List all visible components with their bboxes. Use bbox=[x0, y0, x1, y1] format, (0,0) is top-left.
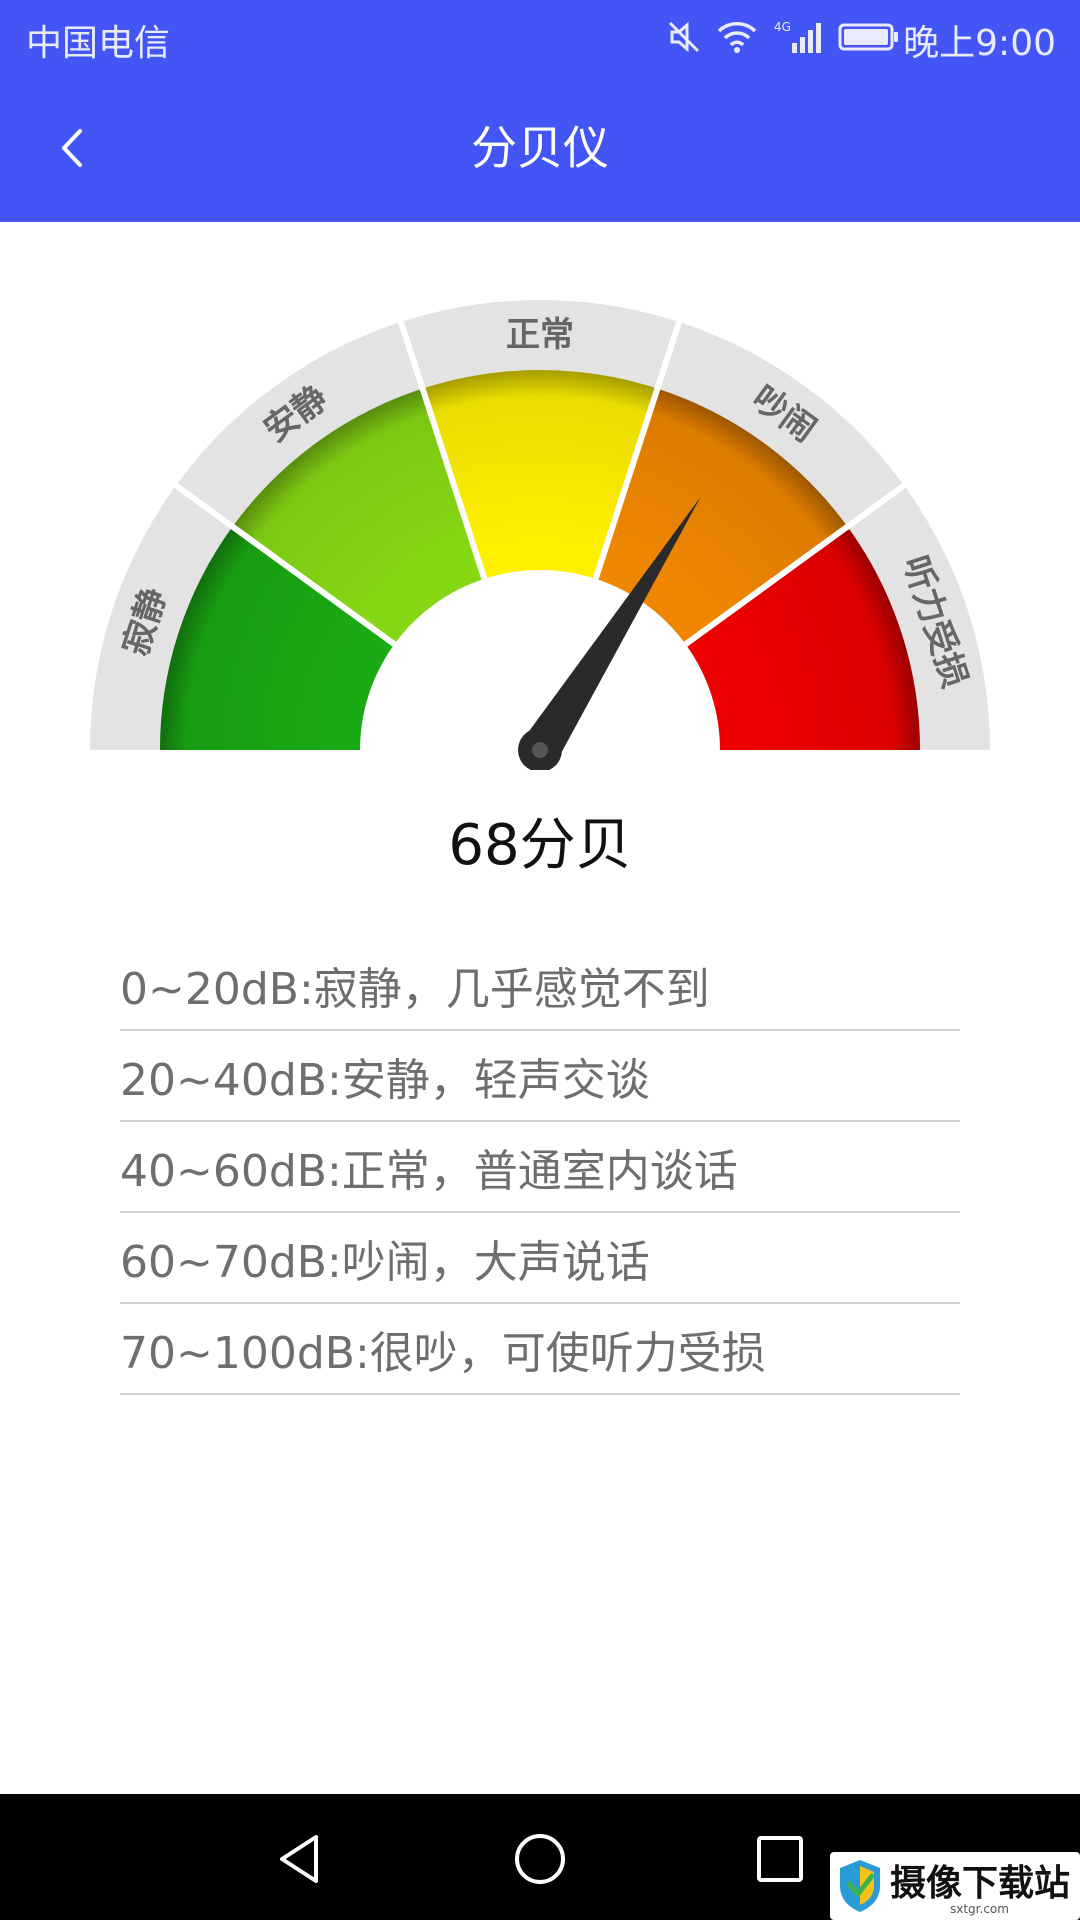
legend-item: 40~60dB:正常，普通室内谈话 bbox=[120, 1122, 960, 1213]
watermark-text: 摄像下载站 bbox=[890, 1862, 1071, 1904]
signal-icon: 4G bbox=[774, 20, 821, 53]
network-type-label: 4G bbox=[774, 20, 791, 34]
battery-icon bbox=[838, 23, 898, 51]
triangle-back-icon bbox=[280, 1835, 318, 1883]
watermark-url: sxtgr.com bbox=[950, 1902, 1009, 1916]
clock: 晚上9:00 bbox=[903, 23, 1056, 64]
decibel-gauge: 寂静安静正常吵闹听力受损 bbox=[90, 300, 990, 770]
wifi-icon bbox=[717, 22, 757, 53]
carrier-label: 中国电信 bbox=[26, 23, 171, 64]
db-legend-list: 0~20dB:寂静，几乎感觉不到 20~40dB:安静，轻声交谈 40~60dB… bbox=[120, 940, 960, 1395]
mute-icon bbox=[668, 21, 700, 53]
nav-recents-button[interactable] bbox=[745, 1824, 815, 1894]
nav-back-button[interactable] bbox=[265, 1824, 335, 1894]
legend-item: 60~70dB:吵闹，大声说话 bbox=[120, 1213, 960, 1304]
legend-item: 70~100dB:很吵，可使听力受损 bbox=[120, 1304, 960, 1395]
circle-home-icon bbox=[515, 1834, 565, 1884]
gauge-segment-label: 正常 bbox=[506, 315, 574, 355]
db-reading: 68分贝 bbox=[448, 813, 632, 878]
app-bar: 中国电信 4G 晚上9:00 分贝仪 bbox=[0, 0, 1080, 222]
page-title: 分贝仪 bbox=[471, 121, 609, 175]
nav-home-button[interactable] bbox=[505, 1824, 575, 1894]
legend-item: 0~20dB:寂静，几乎感觉不到 bbox=[120, 940, 960, 1031]
legend-item: 20~40dB:安静，轻声交谈 bbox=[120, 1031, 960, 1122]
needle-hub-center bbox=[532, 742, 548, 758]
shield-logo-icon bbox=[840, 1860, 880, 1912]
square-recents-icon bbox=[757, 1836, 803, 1882]
status-icons: 4G bbox=[666, 14, 900, 60]
watermark: 摄像下载站 sxtgr.com bbox=[830, 1852, 1080, 1920]
status-bar: 中国电信 4G 晚上9:00 bbox=[0, 0, 1080, 75]
